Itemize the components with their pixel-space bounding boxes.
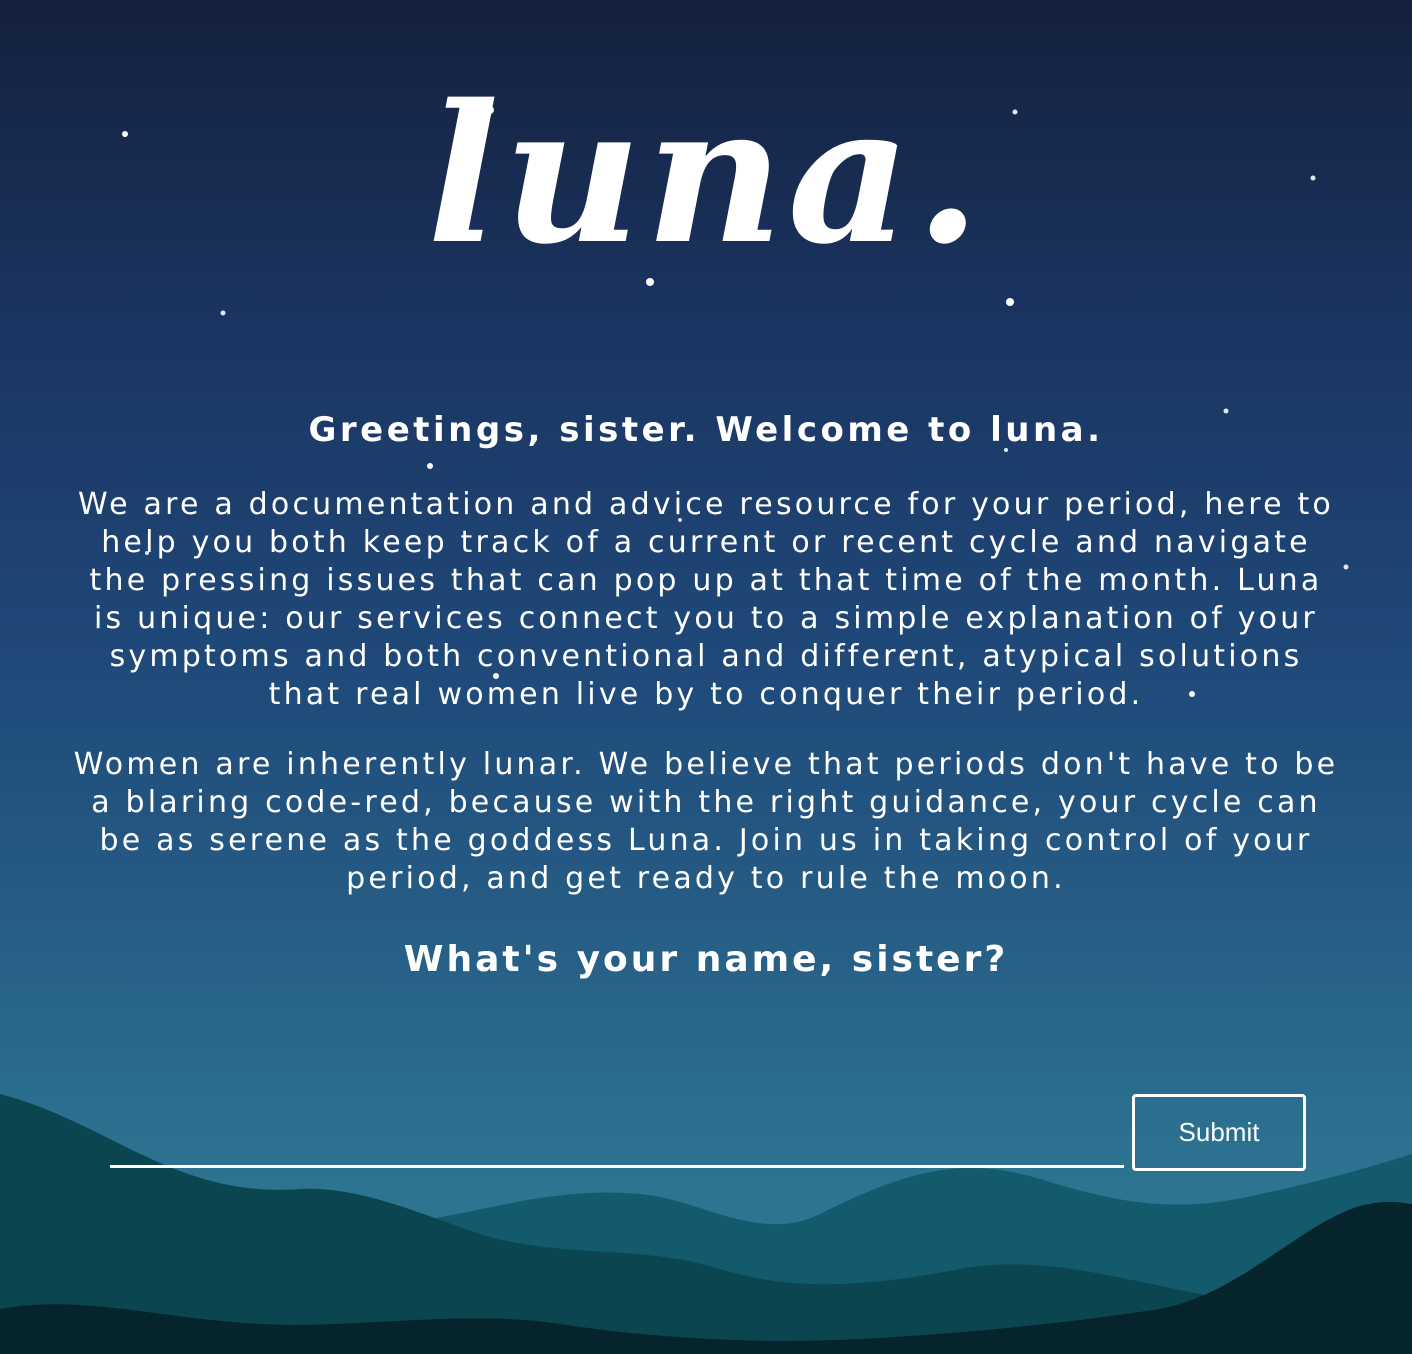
intro-paragraph: We are a documentation and advice resour… (78, 487, 1334, 712)
star (1006, 298, 1014, 306)
mission-paragraph: Women are inherently lunar. We believe t… (73, 747, 1339, 896)
luna-logo: luna. (427, 63, 985, 286)
star (220, 310, 226, 316)
name-form: Submit (110, 1094, 1306, 1172)
greeting-heading: Greetings, sister. Welcome to luna. (308, 410, 1104, 450)
name-question: What's your name, sister? (403, 939, 1009, 980)
welcome-section: Greetings, sister. Welcome to luna. We a… (60, 404, 1352, 984)
submit-button[interactable]: Submit (1132, 1094, 1306, 1171)
name-input[interactable] (110, 1094, 1124, 1168)
